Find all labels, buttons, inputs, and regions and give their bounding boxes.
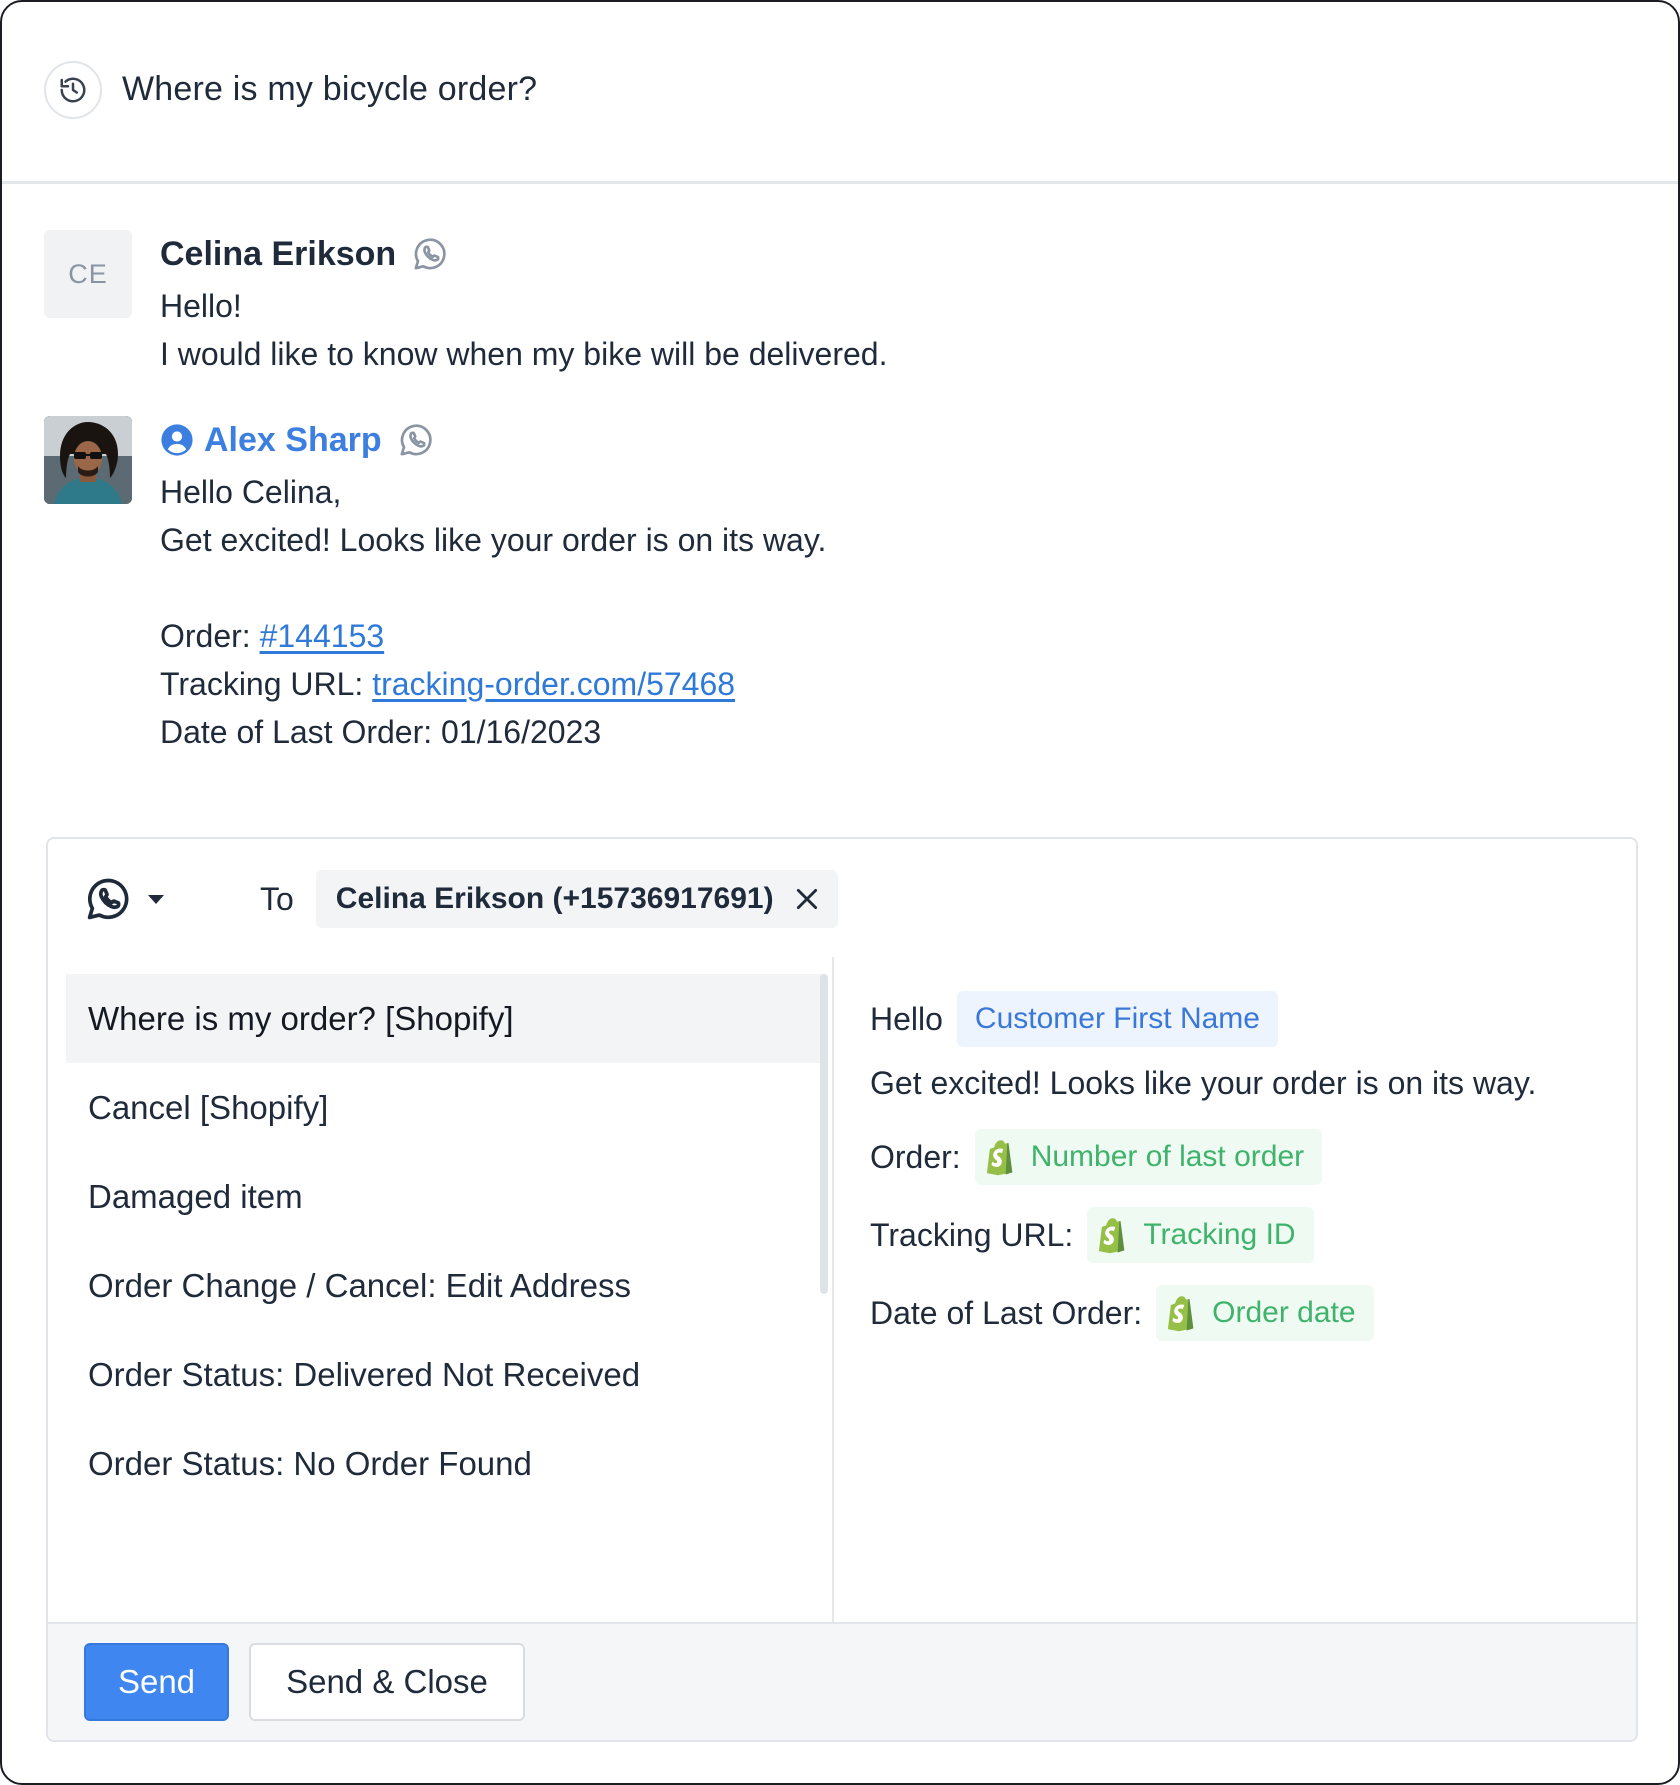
preview-paragraph: Get excited! Looks like your order is on… xyxy=(870,1065,1537,1101)
shopify-icon xyxy=(1166,1294,1202,1332)
whatsapp-icon xyxy=(396,420,436,460)
reply-composer: To Celina Erikson (+15736917691) Where i… xyxy=(46,837,1638,1742)
shopify-icon xyxy=(985,1138,1021,1176)
template-item[interactable]: Cancel [Shopify] xyxy=(66,1063,826,1152)
whatsapp-icon xyxy=(82,873,134,925)
composer-footer: Send Send & Close xyxy=(48,1622,1636,1740)
preview-order-label: Order: xyxy=(870,1138,961,1175)
channel-select[interactable] xyxy=(82,873,164,925)
template-list: Where is my order? [Shopify] Cancel [Sho… xyxy=(66,974,826,1594)
avatar xyxy=(44,416,132,504)
pane-divider xyxy=(832,957,834,1627)
preview-date-label: Date of Last Order: xyxy=(870,1294,1143,1331)
to-label: To xyxy=(260,880,294,917)
preview-tracking-label: Tracking URL: xyxy=(870,1216,1074,1253)
send-button[interactable]: Send xyxy=(84,1643,229,1721)
message-text: Get excited! Looks like your order is on… xyxy=(160,522,827,558)
message-agent: Alex Sharp Hello Celina, Get excited! Lo… xyxy=(44,416,826,756)
order-link[interactable]: #144153 xyxy=(260,618,385,654)
chevron-down-icon xyxy=(148,894,164,904)
variable-chip: Tracking ID xyxy=(1087,1207,1314,1263)
order-line: Order: #144153 xyxy=(160,618,385,654)
shopify-icon xyxy=(1097,1216,1133,1254)
message-text: Hello Celina, xyxy=(160,474,342,510)
message-text: Hello! xyxy=(160,288,242,324)
variable-chip: Order date xyxy=(1156,1285,1374,1341)
sender-name: Alex Sharp xyxy=(204,420,382,459)
template-item[interactable]: Order Status: No Order Found xyxy=(66,1419,826,1508)
tracking-line: Tracking URL: tracking-order.com/57468 xyxy=(160,666,736,702)
template-preview: Hello Customer First Name Get excited! L… xyxy=(870,989,1590,1343)
tracking-link[interactable]: tracking-order.com/57468 xyxy=(372,666,735,702)
conversation-header: Where is my bicycle order? xyxy=(2,2,1678,184)
page-title: Where is my bicycle order? xyxy=(122,70,538,108)
history-button[interactable] xyxy=(44,60,102,119)
avatar: CE xyxy=(44,230,132,318)
history-icon xyxy=(58,75,88,105)
variable-chip: Number of last order xyxy=(974,1129,1323,1185)
preview-greeting: Hello xyxy=(870,1000,943,1037)
user-circle-icon xyxy=(160,423,194,457)
date-line: Date of Last Order: 01/16/2023 xyxy=(160,714,602,750)
recipient-name: Celina Erikson (+15736917691) xyxy=(335,882,774,915)
message-text: I would like to know when my bike will b… xyxy=(160,336,888,372)
message-customer: CE Celina Erikson Hello! I would like to… xyxy=(44,230,887,378)
whatsapp-icon xyxy=(410,234,450,274)
recipient-row: To Celina Erikson (+15736917691) xyxy=(48,839,1636,959)
send-close-button[interactable]: Send & Close xyxy=(249,1643,525,1721)
template-item[interactable]: Where is my order? [Shopify] xyxy=(66,974,826,1063)
recipient-chip: Celina Erikson (+15736917691) xyxy=(315,870,838,928)
conversation-window: Where is my bicycle order? CE Celina Eri… xyxy=(0,0,1680,1785)
template-item[interactable]: Order Change / Cancel: Edit Address xyxy=(66,1241,826,1330)
template-item[interactable]: Damaged item xyxy=(66,1152,826,1241)
sender-name: Celina Erikson xyxy=(160,234,397,273)
template-item[interactable]: Order Status: Delivered Not Received xyxy=(66,1330,826,1419)
template-scrollbar[interactable] xyxy=(820,974,828,1294)
variable-chip: Customer First Name xyxy=(956,991,1278,1047)
close-icon[interactable] xyxy=(794,886,820,912)
